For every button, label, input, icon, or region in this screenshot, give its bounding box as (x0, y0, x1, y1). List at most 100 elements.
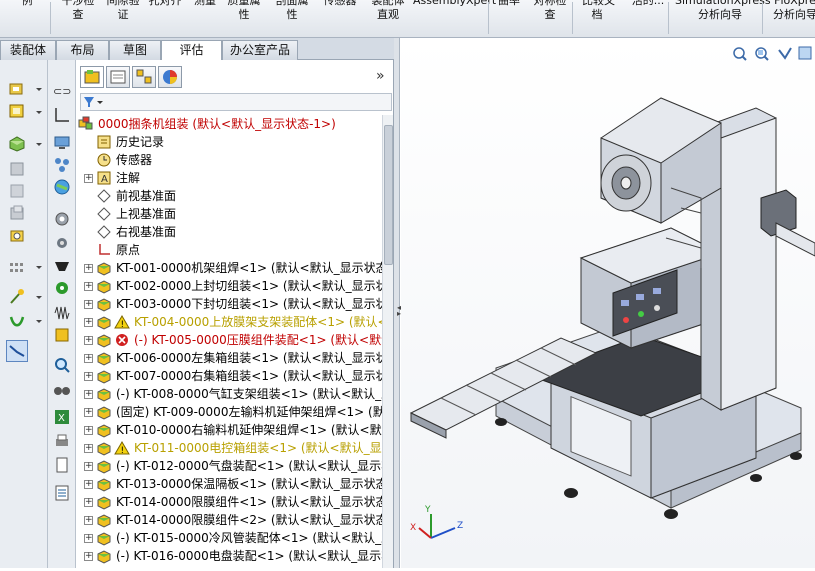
ribbon-button[interactable]: 传感器 (318, 0, 362, 36)
more-tabs-chevron[interactable]: » (376, 68, 385, 84)
ribbon-button[interactable]: 比较文档 (582, 0, 615, 36)
zoom-to-fit-icon[interactable] (733, 47, 747, 61)
excel-icon[interactable]: X (53, 408, 71, 426)
tree-item[interactable]: + (-) KT-016-0000电盘装配<1> (默认<默认_显示状 (76, 547, 393, 565)
component-pattern-icon[interactable] (8, 134, 26, 152)
tree-item[interactable]: + KT-007-0000右集箱组装<1> (默认<默认_显示状 (76, 367, 388, 385)
tree-item[interactable]: 0000捆条机组装 (默认<默认_显示状态-1>) (76, 115, 381, 133)
tree-expander[interactable]: + (84, 390, 93, 399)
tree-item[interactable]: + (-) KT-012-0000气盘装配<1> (默认<默认_显示状 (76, 457, 393, 475)
mate-icon[interactable] (8, 102, 26, 120)
tab-4[interactable]: 办公室产品 (222, 40, 298, 60)
tab-0[interactable]: 装配体 (0, 40, 56, 60)
tree-item[interactable]: 上视基准面 (76, 205, 381, 223)
tree-item[interactable]: + KT-010-0000右输料机延伸架组焊<1> (默认<默认 (76, 421, 393, 439)
tree-expander[interactable]: + (84, 426, 93, 435)
sketch-line-icon[interactable] (53, 106, 71, 124)
ribbon-button[interactable]: 例 (20, 0, 34, 36)
ribbon-button[interactable]: 干涉检查 (58, 0, 98, 36)
tree-expander[interactable]: + (84, 282, 93, 291)
move-component-icon[interactable] (8, 182, 26, 200)
assembly-features-icon[interactable] (8, 226, 26, 244)
tree-item[interactable]: + KT-014-0000限膜组件<1> (默认<默认_显示状态 (76, 493, 388, 511)
tab-3[interactable]: 评估 (161, 40, 222, 61)
spring-icon[interactable] (53, 304, 71, 322)
tab-1[interactable]: 布局 (56, 40, 109, 60)
tree-item[interactable]: 原点 (76, 241, 381, 259)
tree-expander[interactable]: + (84, 300, 93, 309)
tree-item[interactable]: 传感器 (76, 151, 381, 169)
globe-icon[interactable] (53, 178, 71, 196)
new-motion-study-icon[interactable] (8, 288, 26, 306)
tree-expander[interactable]: + (84, 462, 93, 471)
tree-expander[interactable]: + (84, 444, 93, 453)
ribbon-button[interactable]: 测量 (193, 0, 217, 36)
tree-item[interactable]: + (-) KT-015-0000冷风管装配体<1> (默认<默认_显 (76, 529, 393, 547)
document-icon[interactable] (53, 456, 71, 474)
tree-item[interactable]: + KT-014-0000限膜组件<2> (默认<默认_显示状态 (76, 511, 388, 529)
tree-item[interactable]: 前视基准面 (76, 187, 381, 205)
insert-component-icon[interactable] (8, 80, 26, 98)
magnifier-icon[interactable] (53, 356, 71, 374)
bill-of-materials-icon[interactable] (53, 484, 71, 502)
tree-expander[interactable]: + (84, 174, 93, 183)
tree-item[interactable]: + A 注解 (76, 169, 381, 187)
tree-item[interactable]: + KT-002-0000上封切组装<1> (默认<默认_显示状 (76, 277, 388, 295)
tree-item[interactable]: + KT-006-0000左集箱组装<1> (默认<默认_显示状 (76, 349, 388, 367)
feature-filter-bar[interactable] (80, 93, 392, 111)
tree-item[interactable]: + KT-001-0000机架组焊<1> (默认<默认_显示状态 (76, 259, 388, 277)
show-hidden-icon[interactable] (8, 204, 26, 222)
ribbon-button[interactable]: 活的... (628, 0, 668, 36)
display-manager-tab[interactable] (158, 66, 182, 88)
previous-view-icon[interactable] (778, 47, 792, 60)
ribbon-button[interactable]: 剖面属性 (272, 0, 312, 36)
tree-expander[interactable]: + (84, 354, 93, 363)
tree-item[interactable]: + KT-003-0000下封切组装<1> (默认<默认_显示状 (76, 295, 388, 313)
monitor-icon[interactable] (53, 134, 71, 152)
tree-item[interactable]: +! KT-011-0000电控箱组装<1> (默认<默认_显示 (76, 439, 393, 457)
ribbon-button[interactable]: AssemblyXpert (413, 0, 496, 36)
tree-expander[interactable]: + (84, 408, 93, 417)
explode-line-sketch-icon[interactable] (6, 340, 28, 362)
configuration-manager-tab[interactable] (132, 66, 156, 88)
pin-icon[interactable] (53, 280, 71, 298)
graphics-area[interactable]: Y Z X (401, 38, 815, 568)
yellow-block-icon[interactable] (53, 326, 71, 344)
ribbon-button[interactable]: 曲率 (497, 0, 521, 36)
model-viewport[interactable]: Y Z X (401, 38, 815, 568)
reference-geometry-icon[interactable] (8, 258, 26, 276)
funnel-icon[interactable] (53, 258, 71, 276)
tree-item[interactable]: + KT-013-0000保温隔板<1> (默认<默认_显示状态 (76, 475, 388, 493)
ribbon-button[interactable]: FloXpre 分析向导 (765, 0, 815, 36)
settings-gear-icon[interactable] (53, 234, 71, 252)
tree-item[interactable]: + (固定) KT-009-0000左输料机延伸架组焊<1> (默认 (76, 403, 393, 421)
tree-scrollbar-thumb[interactable] (384, 125, 393, 265)
tree-expander[interactable]: + (84, 552, 93, 561)
binoculars-icon[interactable] (53, 380, 71, 398)
ribbon-button[interactable]: SimulationXpress 分析向导 (675, 0, 771, 36)
view-orientation-icon[interactable] (798, 46, 812, 60)
measure-icon[interactable]: ⊂⊃ (53, 82, 71, 100)
network-icon[interactable] (53, 156, 71, 174)
tree-expander[interactable]: + (84, 534, 93, 543)
tree-item[interactable]: 右视基准面 (76, 223, 381, 241)
filter-icon[interactable] (81, 94, 111, 110)
tree-expander[interactable]: + (84, 264, 93, 273)
gear-icon[interactable] (53, 210, 71, 228)
smart-fasteners-icon[interactable] (8, 160, 26, 178)
tree-expander[interactable]: + (84, 480, 93, 489)
tree-item[interactable]: + (-) KT-005-0000压膜组件装配<1> (默认<默认 (76, 331, 393, 349)
assembly-model[interactable] (409, 97, 815, 519)
ribbon-button[interactable]: 孔对齐 (145, 0, 185, 36)
property-manager-tab[interactable] (106, 66, 130, 88)
zoom-to-area-icon[interactable] (755, 47, 769, 61)
tree-scrollbar[interactable] (382, 115, 393, 568)
tab-2[interactable]: 草图 (109, 40, 161, 60)
print-icon[interactable] (53, 432, 71, 450)
ribbon-button[interactable]: 装配体 直观 (368, 0, 408, 36)
ribbon-button[interactable]: 对称检查 (530, 0, 570, 36)
tree-item[interactable]: +! KT-004-0000上放膜架支架装配体<1> (默认< (76, 313, 388, 331)
tree-expander[interactable]: + (84, 516, 93, 525)
tree-item[interactable]: 历史记录 (76, 133, 381, 151)
ribbon-button[interactable]: 间隙验证 (103, 0, 143, 36)
